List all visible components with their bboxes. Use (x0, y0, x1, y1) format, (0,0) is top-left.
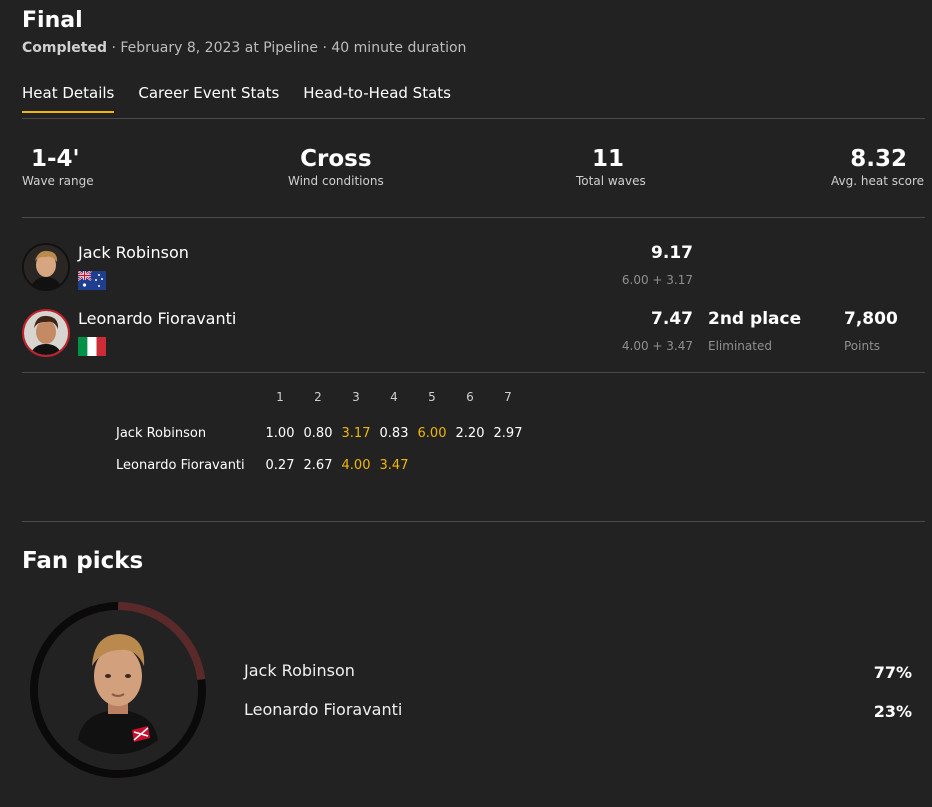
wave-score-counted: 3.47 (379, 458, 409, 473)
surfer-photo-icon (24, 311, 68, 355)
heat-title: Final (22, 8, 83, 33)
surfer-place: 2nd place (708, 309, 802, 329)
wave-score-counted: 3.17 (341, 426, 371, 441)
wave-number: 5 (428, 390, 436, 404)
wave-table-header: 1 2 3 4 5 6 7 (261, 390, 527, 404)
fan-pick-name: Jack Robinson (244, 661, 355, 680)
surfer-score-breakdown: 6.00 + 3.17 (621, 273, 693, 287)
fan-pick-name: Leonardo Fioravanti (244, 700, 403, 719)
surfer-heat-score: 7.47 (651, 309, 693, 329)
tab-career-event-stats[interactable]: Career Event Stats (138, 84, 279, 113)
stats-divider (22, 217, 925, 218)
wave-score: 2.20 (455, 426, 485, 441)
tab-head-to-head-stats[interactable]: Head-to-Head Stats (303, 84, 451, 113)
wave-number: 7 (504, 390, 512, 404)
surfer-avatar-leonardo-fioravanti[interactable] (22, 309, 70, 357)
stat-avg-heat-score: 8.32 Avg. heat score (831, 146, 924, 188)
surfer-points: 7,800 (844, 309, 898, 329)
wave-number: 4 (390, 390, 398, 404)
table-row: 1.00 0.80 3.17 0.83 6.00 2.20 2.97 (261, 426, 527, 441)
heat-status: Completed (22, 40, 108, 56)
wave-score: 0.83 (379, 426, 409, 441)
fan-pick-percent: 77% (873, 663, 912, 682)
wave-score: 1.00 (265, 426, 295, 441)
wave-number: 6 (466, 390, 474, 404)
tab-heat-details[interactable]: Heat Details (22, 84, 115, 113)
stat-label: Total waves (576, 174, 646, 188)
stat-value: 1-4' (31, 146, 80, 172)
fan-pick-percent: 23% (873, 702, 912, 721)
stat-value: 11 (591, 146, 624, 172)
stat-value: 8.32 (850, 146, 907, 172)
tab-bar: Heat Details Career Event Stats Head-to-… (22, 84, 451, 113)
surfers-divider (22, 372, 925, 373)
wave-number: 1 (276, 390, 284, 404)
wave-row-surfer: Leonardo Fioravanti (116, 458, 245, 473)
surfer-points-label: Points (844, 339, 881, 353)
heat-details: · February 8, 2023 at Pipeline · 40 minu… (107, 40, 467, 56)
surfer-name[interactable]: Jack Robinson (78, 243, 189, 262)
wave-number: 3 (352, 390, 360, 404)
leading-surfer-portrait-icon (78, 634, 158, 754)
italy-flag-icon (78, 337, 106, 356)
wave-score: 0.27 (265, 458, 295, 473)
waves-divider (22, 521, 925, 522)
stat-wave-range: 1-4' Wave range (22, 146, 94, 188)
fan-picks-title: Fan picks (22, 548, 144, 574)
heat-subtitle: Completed · February 8, 2023 at Pipeline… (22, 40, 466, 56)
surfer-heat-score: 9.17 (651, 243, 693, 263)
stat-wind-conditions: Cross Wind conditions (288, 146, 384, 188)
stat-label: Wind conditions (288, 174, 384, 188)
stat-value: Cross (300, 146, 372, 172)
wave-score: 2.67 (303, 458, 333, 473)
stat-label: Avg. heat score (831, 174, 924, 188)
table-row: 0.27 2.67 4.00 3.47 (261, 458, 413, 473)
tabs-divider (22, 118, 925, 119)
wave-score: 2.97 (493, 426, 523, 441)
fan-picks-ring (30, 602, 206, 778)
surfer-place-note: Eliminated (708, 339, 772, 353)
wave-row-surfer: Jack Robinson (116, 426, 207, 441)
australia-flag-icon (78, 271, 106, 290)
surfer-avatar-jack-robinson[interactable] (22, 243, 70, 291)
surfer-name[interactable]: Leonardo Fioravanti (78, 309, 236, 328)
wave-score-counted: 4.00 (341, 458, 371, 473)
stat-total-waves: 11 Total waves (576, 146, 646, 188)
wave-score: 0.80 (303, 426, 333, 441)
stat-label: Wave range (22, 174, 94, 188)
wave-score-counted: 6.00 (417, 426, 447, 441)
surfer-score-breakdown: 4.00 + 3.47 (621, 339, 693, 353)
wave-number: 2 (314, 390, 322, 404)
surfer-photo-icon (24, 245, 68, 289)
